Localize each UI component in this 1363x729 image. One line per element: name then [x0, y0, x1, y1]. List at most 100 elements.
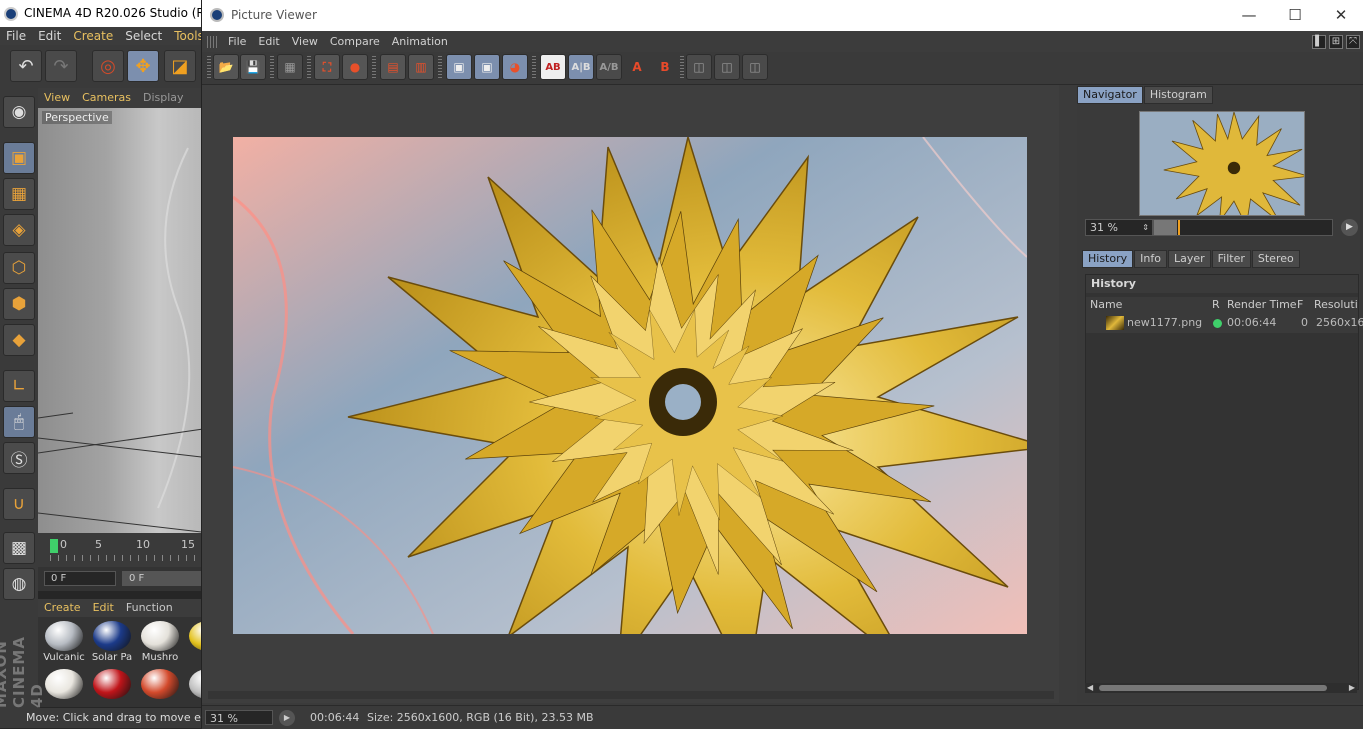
material-swatch[interactable]: Solar Pa — [89, 619, 135, 663]
rendered-image — [233, 137, 1027, 634]
timeline-playhead[interactable] — [50, 539, 58, 553]
clapper-icon[interactable]: ▦ — [277, 54, 303, 80]
material-swatch[interactable] — [137, 667, 183, 707]
frame-fields: 0 F 0 F — [38, 567, 210, 591]
move-tool-icon[interactable]: ✥ — [127, 50, 159, 82]
workplane-icon[interactable]: ◍ — [3, 568, 35, 600]
material-menu-edit[interactable]: Edit — [87, 599, 120, 617]
zoom-play-icon[interactable]: ▶ — [1341, 219, 1358, 236]
compare-2-icon[interactable]: ◫ — [714, 54, 740, 80]
close-button[interactable]: ✕ — [1318, 0, 1363, 31]
tab-filter[interactable]: Filter — [1211, 250, 1251, 268]
viewport-grid — [38, 147, 210, 533]
make-editable-icon[interactable]: ◉ — [3, 96, 35, 128]
viewport-menu-view[interactable]: View — [38, 88, 76, 108]
cinema4d-logo-icon — [4, 6, 18, 21]
layout-icon[interactable]: ▌ — [1312, 35, 1326, 49]
material-swatch[interactable]: Vulcanic — [41, 619, 87, 663]
status-zoom-field[interactable]: 31 % — [205, 710, 273, 725]
redo-icon[interactable]: ↷ — [45, 50, 77, 82]
maximize-button[interactable]: ☐ — [1272, 0, 1318, 31]
c4d-timeline[interactable]: 0 5 10 15 — [38, 533, 210, 567]
set-b-button[interactable]: B — [652, 54, 678, 80]
col-f[interactable]: F — [1297, 297, 1303, 313]
edges-mode-icon[interactable]: ⬢ — [3, 288, 35, 320]
frame-current-field[interactable]: 0 F — [122, 571, 210, 586]
material-swatch[interactable] — [89, 667, 135, 707]
col-r[interactable]: R — [1212, 297, 1220, 313]
c4d-menu-create[interactable]: Create — [67, 27, 119, 45]
image-canvas[interactable] — [202, 85, 1059, 703]
fullscreen-icon[interactable]: ⤧ — [1346, 35, 1360, 49]
scroll-right-icon[interactable]: ▶ — [1349, 683, 1355, 693]
snap-icon[interactable]: Ⓢ — [3, 442, 35, 474]
navigator-zoom-slider[interactable] — [1153, 219, 1333, 236]
render-person-icon[interactable]: ● — [342, 54, 368, 80]
tab-info[interactable]: Info — [1134, 250, 1167, 268]
pv-menu-edit[interactable]: Edit — [252, 31, 285, 52]
tab-layer[interactable]: Layer — [1167, 250, 1211, 268]
render-region-icon[interactable]: ⛶ — [314, 54, 340, 80]
c4d-menu-select[interactable]: Select — [119, 27, 168, 45]
compare-1-icon[interactable]: ◫ — [686, 54, 712, 80]
col-render-time[interactable]: Render Time — [1227, 297, 1297, 313]
col-name[interactable]: Name — [1090, 297, 1122, 313]
navigator-thumbnail[interactable] — [1139, 111, 1305, 216]
material-menu-function[interactable]: Function — [120, 599, 179, 617]
open-icon[interactable]: 📂 — [213, 54, 239, 80]
viewport-menu-cameras[interactable]: Cameras — [76, 88, 137, 108]
c4d-menu-edit[interactable]: Edit — [32, 27, 67, 45]
stepper-icon[interactable]: ⇕ — [1142, 220, 1149, 235]
history-row[interactable]: new1177.png 00:06:44 0 2560x16 — [1086, 313, 1363, 333]
tab-stereo[interactable]: Stereo — [1251, 250, 1300, 268]
scale-tool-icon[interactable]: ◪ — [164, 50, 196, 82]
polygons-mode-icon[interactable]: ◆ — [3, 324, 35, 356]
pv-menu-compare[interactable]: Compare — [324, 31, 386, 52]
history-horizontal-scrollbar[interactable]: ◀ ▶ — [1085, 683, 1357, 693]
tab-history[interactable]: History — [1082, 250, 1134, 268]
ab-split-icon[interactable]: A|B — [568, 54, 594, 80]
c4d-menu-file[interactable]: File — [0, 27, 32, 45]
pv-menu-view[interactable]: View — [286, 31, 324, 52]
remove-all-icon[interactable]: ▥ — [408, 54, 434, 80]
scroll-left-icon[interactable]: ◀ — [1087, 683, 1093, 693]
tab-histogram[interactable]: Histogram — [1143, 86, 1213, 104]
ab-compare-button[interactable]: AB — [540, 54, 566, 80]
set-a-button[interactable]: A — [624, 54, 650, 80]
navigator-zoom-field[interactable]: 31 % ⇕ — [1085, 219, 1153, 236]
display-mode-3-icon[interactable]: ◕ — [502, 54, 528, 80]
ab-swap-icon[interactable]: A/B — [596, 54, 622, 80]
compare-3-icon[interactable]: ◫ — [742, 54, 768, 80]
texture-mode-icon[interactable]: ▦ — [3, 178, 35, 210]
save-as-icon[interactable]: 💾 — [240, 54, 266, 80]
col-resolution[interactable]: Resoluti — [1314, 297, 1358, 313]
expand-icon[interactable]: ⊞ — [1329, 35, 1343, 49]
tab-navigator[interactable]: Navigator — [1077, 86, 1143, 104]
canvas-horizontal-scrollbar[interactable] — [208, 691, 1054, 699]
remove-image-icon[interactable]: ▤ — [380, 54, 406, 80]
material-manager: Vulcanic Solar Pa Mushro Le — [38, 617, 210, 707]
material-swatch[interactable]: Mushro — [137, 619, 183, 663]
model-mode-icon[interactable]: ▣ — [3, 142, 35, 174]
points-mode-icon[interactable]: ⬡ — [3, 252, 35, 284]
perspective-viewport[interactable] — [38, 108, 210, 533]
tweak-mode-icon[interactable]: 🖱 — [3, 406, 35, 438]
pv-menu-file[interactable]: File — [222, 31, 252, 52]
viewport-menu-display[interactable]: Display — [137, 88, 190, 108]
workplane-lock-icon[interactable]: ▩ — [3, 532, 35, 564]
workplane-mode-icon[interactable]: ◈ — [3, 214, 35, 246]
minimize-button[interactable]: — — [1226, 0, 1272, 31]
undo-icon[interactable]: ↶ — [10, 50, 42, 82]
frame-start-field[interactable]: 0 F — [44, 571, 116, 586]
display-mode-icon[interactable]: ▣ — [446, 54, 472, 80]
material-swatch[interactable] — [41, 667, 87, 707]
render-picture — [233, 137, 1027, 634]
material-ball — [141, 621, 179, 651]
display-mode-2-icon[interactable]: ▣ — [474, 54, 500, 80]
pv-menu-animation[interactable]: Animation — [386, 31, 454, 52]
live-select-icon[interactable]: ◎ — [92, 50, 124, 82]
axis-mode-icon[interactable]: ∟ — [3, 370, 35, 402]
status-play-icon[interactable]: ▶ — [279, 710, 295, 726]
magnet-icon[interactable]: ∪ — [3, 488, 35, 520]
zoom-slider-handle[interactable] — [1178, 220, 1180, 235]
